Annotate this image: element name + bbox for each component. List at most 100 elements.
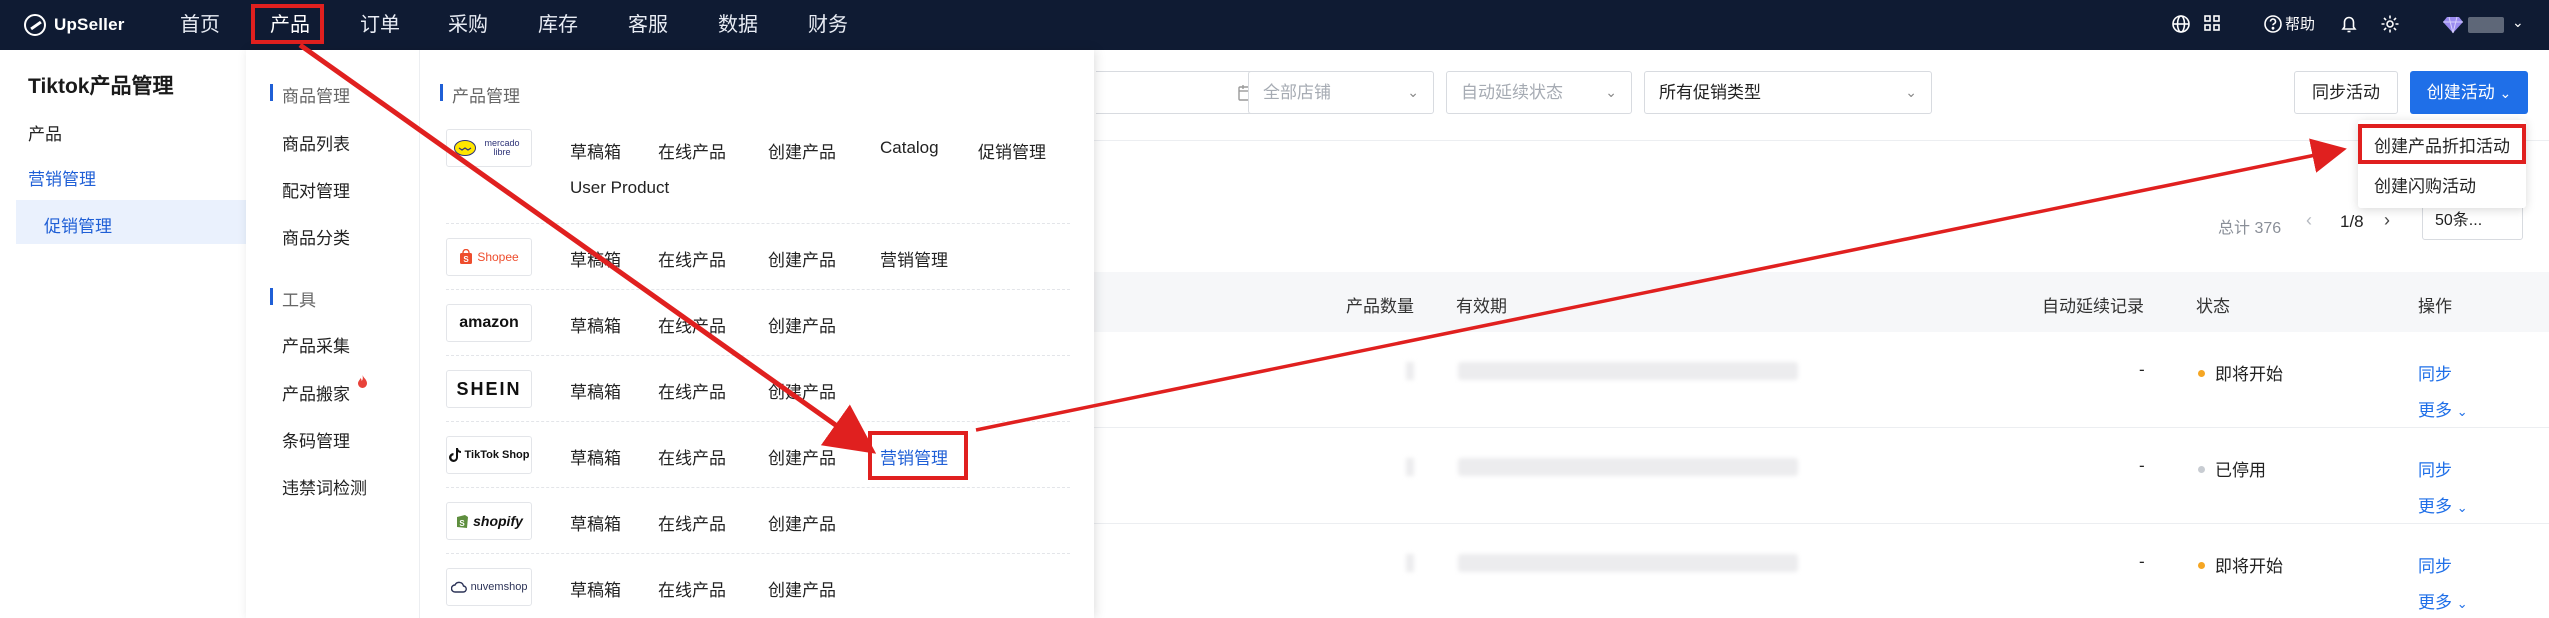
- hot-flame-icon: [358, 375, 367, 388]
- account-chevron-down-icon[interactable]: ⌄: [2512, 14, 2524, 31]
- nuvemshop-create-link[interactable]: 创建产品: [768, 576, 836, 601]
- menu-item-category[interactable]: 商品分类: [282, 224, 350, 249]
- pager-total: 总计 376: [2218, 220, 2282, 237]
- account-name-masked[interactable]: [2468, 17, 2504, 33]
- auto-extend-value: -: [2139, 360, 2145, 379]
- nav-orders[interactable]: 订单: [360, 0, 400, 50]
- shopify-logo: S shopify: [446, 502, 532, 540]
- nav-inventory[interactable]: 库存: [538, 0, 578, 50]
- chevron-down-icon: ⌄: [2456, 404, 2468, 419]
- auto-extend-value: -: [2139, 456, 2145, 475]
- shopee-marketing-link[interactable]: 营销管理: [880, 246, 948, 271]
- shein-online-link[interactable]: 在线产品: [658, 378, 726, 403]
- shopify-drafts-link[interactable]: 草稿箱: [570, 510, 621, 535]
- shein-create-link[interactable]: 创建产品: [768, 378, 836, 403]
- amazon-drafts-link[interactable]: 草稿箱: [570, 312, 621, 337]
- upseller-logo[interactable]: UpSeller: [24, 0, 125, 50]
- shein-logo: SHEIN: [446, 370, 532, 408]
- sync-link[interactable]: 同步: [2418, 552, 2452, 577]
- shopee-drafts-link[interactable]: 草稿箱: [570, 246, 621, 271]
- blurred-period: [1458, 554, 1798, 572]
- vip-diamond-icon[interactable]: [2443, 16, 2463, 34]
- menu-item-prohibited-words[interactable]: 违禁词检测: [282, 474, 367, 499]
- help-icon[interactable]: [2262, 14, 2284, 36]
- mercadolibre-logo: mercado libre: [446, 129, 532, 167]
- status-text: 即将开始: [2215, 365, 2283, 384]
- more-link[interactable]: 更多 ⌄: [2418, 396, 2468, 421]
- apps-grid-icon[interactable]: [2201, 14, 2223, 36]
- auto-extend-select[interactable]: 自动延续状态 ⌄: [1446, 71, 1632, 114]
- nuvemshop-online-link[interactable]: 在线产品: [658, 576, 726, 601]
- pager-next-icon[interactable]: ›: [2384, 210, 2390, 231]
- sync-activity-button[interactable]: 同步活动: [2294, 71, 2398, 114]
- nav-finance[interactable]: 财务: [808, 0, 848, 50]
- tiktok-drafts-link[interactable]: 草稿箱: [570, 444, 621, 469]
- sidebar-title: Tiktok产品管理: [28, 75, 174, 98]
- nav-purchase[interactable]: 采购: [448, 0, 488, 50]
- tiktok-create-link[interactable]: 创建产品: [768, 444, 836, 469]
- ml-online-link[interactable]: 在线产品: [658, 138, 726, 163]
- nuvemshop-drafts-link[interactable]: 草稿箱: [570, 576, 621, 601]
- shop-select[interactable]: 全部店铺 ⌄: [1248, 71, 1434, 114]
- menu-item-product-list[interactable]: 商品列表: [282, 130, 350, 155]
- shopee-create-link[interactable]: 创建产品: [768, 246, 836, 271]
- shein-drafts-link[interactable]: 草稿箱: [570, 378, 621, 403]
- sync-link[interactable]: 同步: [2418, 360, 2452, 385]
- sidebar-item-promotion-active[interactable]: 促销管理: [16, 200, 246, 244]
- more-link[interactable]: 更多 ⌄: [2418, 588, 2468, 613]
- menu-item-barcode[interactable]: 条码管理: [282, 427, 350, 452]
- shop-select-value: 全部店铺: [1263, 83, 1331, 102]
- shopify-logo-text: shopify: [473, 513, 523, 529]
- nuvemshop-logo: nuvemshop: [446, 568, 532, 606]
- create-flash-sale-item[interactable]: 创建闪购活动: [2374, 172, 2476, 197]
- menu-item-move[interactable]: 产品搬家: [282, 380, 350, 405]
- status-dot: [2198, 370, 2205, 378]
- create-activity-label: 创建活动: [2426, 83, 2495, 102]
- amazon-create-link[interactable]: 创建产品: [768, 312, 836, 337]
- platform-row-shopify: S shopify 草稿箱 在线产品 创建产品: [446, 488, 1070, 554]
- amazon-online-link[interactable]: 在线产品: [658, 312, 726, 337]
- platform-row-nuvemshop: nuvemshop 草稿箱 在线产品 创建产品: [446, 554, 1070, 618]
- shopee-logo: S Shopee: [446, 238, 532, 276]
- sync-link[interactable]: 同步: [2418, 456, 2452, 481]
- blurred-count: [1406, 458, 1414, 476]
- shopify-create-link[interactable]: 创建产品: [768, 510, 836, 535]
- create-activity-button[interactable]: 创建活动 ⌄: [2410, 71, 2528, 114]
- ml-user-product-link[interactable]: User Product: [570, 178, 669, 198]
- status-badge: 即将开始: [2198, 360, 2283, 385]
- chevron-down-icon: ⌄: [2499, 85, 2512, 101]
- shopee-bag-icon: S: [460, 249, 473, 264]
- sidebar-item-marketing[interactable]: 营销管理: [28, 165, 96, 190]
- ml-create-link[interactable]: 创建产品: [768, 138, 836, 163]
- svg-text:S: S: [464, 255, 470, 264]
- pager-prev-icon[interactable]: ‹: [2306, 210, 2312, 231]
- shopify-online-link[interactable]: 在线产品: [658, 510, 726, 535]
- date-range-picker[interactable]: [1096, 71, 1270, 114]
- status-badge: 已停用: [2198, 456, 2266, 481]
- settings-gear-icon[interactable]: [2379, 14, 2401, 36]
- sidebar-item-product[interactable]: 产品: [28, 120, 62, 145]
- shopee-logo-text: Shopee: [477, 250, 519, 264]
- menu-item-pairing[interactable]: 配对管理: [282, 177, 350, 202]
- ml-drafts-link[interactable]: 草稿箱: [570, 138, 621, 163]
- shopee-online-link[interactable]: 在线产品: [658, 246, 726, 271]
- amazon-logo: amazon: [446, 304, 532, 342]
- help-link[interactable]: 帮助: [2285, 0, 2315, 50]
- status-badge: 即将开始: [2198, 552, 2283, 577]
- ml-catalog-link[interactable]: Catalog: [880, 138, 939, 158]
- globe-icon[interactable]: [2170, 14, 2192, 36]
- bell-icon[interactable]: [2338, 14, 2360, 36]
- auto-extend-value: -: [2139, 552, 2145, 571]
- tiktok-online-link[interactable]: 在线产品: [658, 444, 726, 469]
- promo-type-select[interactable]: 所有促销类型 ⌄: [1644, 71, 1932, 114]
- nav-data[interactable]: 数据: [718, 0, 758, 50]
- ml-promotion-link[interactable]: 促销管理: [978, 138, 1046, 163]
- more-link[interactable]: 更多 ⌄: [2418, 492, 2468, 517]
- svg-text:S: S: [459, 519, 465, 528]
- th-product-count: 产品数量: [1346, 297, 1414, 316]
- menu-item-collect[interactable]: 产品采集: [282, 332, 350, 357]
- th-status: 状态: [2196, 297, 2230, 316]
- nav-home[interactable]: 首页: [180, 0, 220, 50]
- section-platform-products: 产品管理: [440, 82, 520, 107]
- nav-customer-service[interactable]: 客服: [628, 0, 668, 50]
